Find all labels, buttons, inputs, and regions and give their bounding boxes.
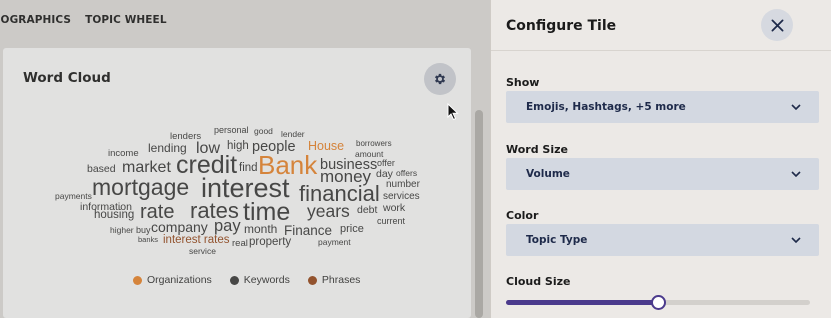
- word-cloud-word[interactable]: offers: [396, 169, 417, 178]
- word-cloud-word[interactable]: years: [307, 202, 350, 221]
- tab-bar: MOGRAPHICS TOPIC WHEEL: [0, 14, 167, 34]
- slider-fill: [506, 300, 658, 305]
- word-cloud-word[interactable]: interest rates: [163, 234, 229, 247]
- word-cloud-word[interactable]: month: [244, 223, 277, 235]
- tab-topic-wheel[interactable]: TOPIC WHEEL: [85, 14, 167, 34]
- word-cloud-word[interactable]: good: [254, 127, 273, 136]
- word-cloud-card: Word Cloud lenders personal good lender borr…: [3, 48, 471, 318]
- legend-item-organizations: Organizations: [133, 274, 212, 286]
- tab-demographics[interactable]: MOGRAPHICS: [0, 14, 71, 34]
- word-cloud-word[interactable]: lender: [281, 130, 305, 139]
- word-cloud-word[interactable]: buy: [136, 226, 151, 235]
- word-cloud-word[interactable]: pay: [214, 218, 241, 235]
- word-cloud-word[interactable]: borrowers: [356, 140, 392, 148]
- show-select-value: Emojis, Hashtags, +5 more: [526, 101, 686, 113]
- word-cloud-word[interactable]: work: [383, 203, 405, 214]
- panel-title: Configure Tile: [506, 18, 617, 34]
- word-cloud-word[interactable]: banks: [138, 236, 158, 244]
- word-cloud-word[interactable]: payment: [318, 238, 351, 247]
- panel-divider: [491, 50, 831, 51]
- word-cloud-word[interactable]: service: [189, 247, 216, 256]
- word-cloud-word[interactable]: based: [87, 164, 116, 175]
- word-cloud-word[interactable]: offer: [377, 159, 395, 168]
- slider-thumb[interactable]: [651, 295, 666, 310]
- word-cloud-word[interactable]: income: [108, 149, 139, 159]
- legend-label: Phrases: [321, 274, 361, 286]
- word-cloud-word[interactable]: higher: [110, 226, 134, 235]
- mouse-pointer-icon: [447, 103, 459, 121]
- word-cloud-word[interactable]: mortgage: [92, 176, 189, 199]
- word-cloud-word[interactable]: company: [151, 220, 208, 234]
- word-cloud-word[interactable]: price: [340, 224, 364, 235]
- cloud-size-slider[interactable]: [506, 295, 810, 310]
- word-cloud-word[interactable]: property: [249, 236, 291, 249]
- close-icon: [771, 19, 783, 31]
- word-cloud-word[interactable]: payments: [55, 192, 92, 201]
- word-cloud-word[interactable]: debt: [357, 205, 377, 216]
- color-select[interactable]: Topic Type: [506, 224, 819, 256]
- legend-dot-icon: [133, 275, 142, 285]
- word-cloud-word[interactable]: personal: [214, 126, 249, 135]
- cloud-size-label: Cloud Size: [506, 275, 571, 288]
- color-select-value: Topic Type: [526, 234, 588, 246]
- word-size-select[interactable]: Volume: [506, 158, 819, 190]
- legend-dot-icon: [229, 275, 239, 285]
- legend-label: Organizations: [147, 274, 212, 286]
- word-cloud-word[interactable]: Finance: [284, 224, 332, 238]
- legend: Organizations Keywords Phrases: [133, 274, 360, 286]
- word-cloud-word[interactable]: housing: [94, 209, 134, 222]
- legend-item-keywords: Keywords: [229, 274, 290, 286]
- word-size-select-value: Volume: [526, 168, 570, 180]
- configure-tile-panel: Configure Tile Show Emojis, Hashtags, +5…: [490, 0, 831, 318]
- scrollbar[interactable]: [475, 110, 483, 318]
- chevron-down-icon: [791, 237, 801, 243]
- word-cloud-word[interactable]: real: [232, 239, 248, 249]
- word-cloud-word[interactable]: number: [386, 180, 420, 190]
- show-label: Show: [506, 76, 540, 89]
- legend-dot-icon: [307, 275, 317, 285]
- word-cloud-word[interactable]: day: [376, 169, 393, 180]
- word-cloud-word[interactable]: services: [383, 192, 420, 202]
- legend-item-phrases: Phrases: [307, 274, 361, 286]
- dashboard-background: MOGRAPHICS TOPIC WHEEL Word Cloud lender…: [0, 0, 490, 318]
- color-label: Color: [506, 209, 539, 222]
- show-select[interactable]: Emojis, Hashtags, +5 more: [506, 91, 819, 123]
- chevron-down-icon: [791, 104, 801, 110]
- legend-label: Keywords: [243, 274, 290, 286]
- chevron-down-icon: [791, 171, 801, 177]
- close-button[interactable]: [761, 9, 793, 41]
- word-cloud-word[interactable]: current: [377, 217, 405, 226]
- word-size-label: Word Size: [506, 143, 568, 156]
